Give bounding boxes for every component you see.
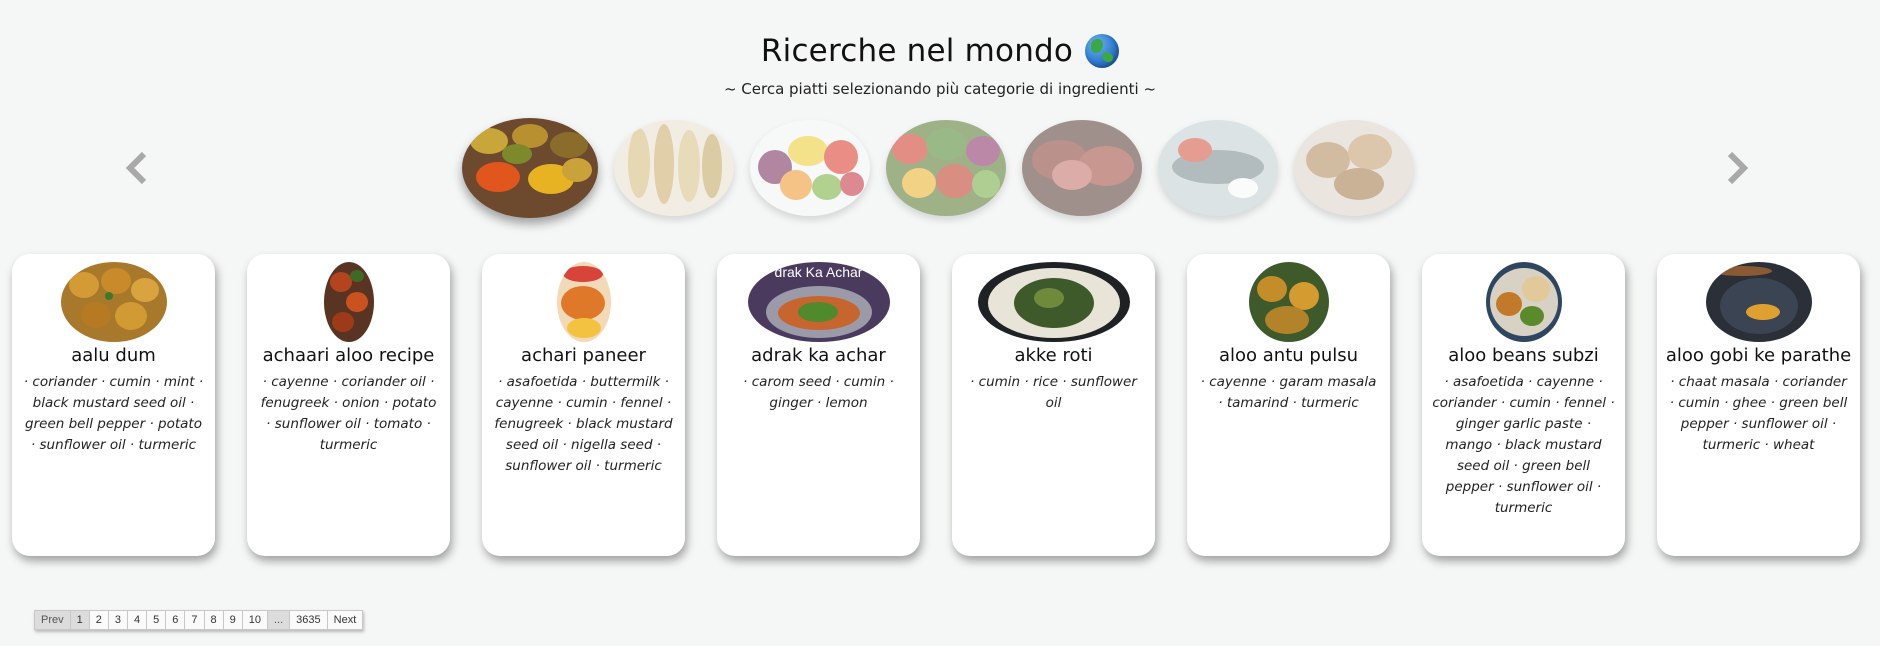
recipe-title: akke roti — [1014, 345, 1093, 366]
recipe-list: aalu dum · coriander · cumin · mint · bl… — [12, 254, 1860, 556]
category-cereals[interactable] — [614, 120, 734, 216]
pagination-page-10[interactable]: 10 — [241, 610, 267, 630]
recipe-title: adrak ka achar — [751, 345, 886, 366]
category-bread[interactable] — [1294, 120, 1414, 216]
page-subtitle: ~ Cerca piatti selezionando più categori… — [723, 80, 1157, 98]
category-fish[interactable] — [1158, 120, 1278, 216]
recipe-image — [1248, 262, 1329, 342]
chevron-left-icon — [125, 151, 147, 185]
recipe-card[interactable]: aalu dum · coriander · cumin · mint · bl… — [12, 254, 215, 556]
category-vegetables[interactable] — [886, 120, 1006, 216]
recipe-image — [60, 262, 167, 342]
category-spices[interactable] — [462, 118, 598, 218]
pagination-page-last[interactable]: 3635 — [289, 610, 327, 630]
recipe-card[interactable]: drak Ka Achar adrak ka achar · carom see… — [717, 254, 920, 556]
recipe-card[interactable]: aloo gobi ke parathe · chaat masala · co… — [1657, 254, 1860, 556]
pagination-page-5[interactable]: 5 — [146, 610, 166, 630]
pagination-page-8[interactable]: 8 — [203, 610, 223, 630]
recipe-card[interactable]: aloo beans subzi · asafoetida · cayenne … — [1422, 254, 1625, 556]
category-carousel — [462, 118, 1414, 218]
pagination-page-4[interactable]: 4 — [127, 610, 147, 630]
recipe-image-caption: drak Ka Achar — [774, 264, 863, 280]
recipe-image — [556, 262, 611, 342]
recipe-ingredients: · carom seed · cumin · ginger · lemon — [743, 374, 894, 411]
category-fruit[interactable] — [750, 120, 870, 216]
pagination-page-9[interactable]: 9 — [222, 610, 242, 630]
recipe-title: aloo beans subzi — [1448, 345, 1599, 366]
pagination-page-3[interactable]: 3 — [107, 610, 127, 630]
recipe-title: aloo antu pulsu — [1218, 345, 1359, 366]
recipe-title: aloo gobi ke parathe — [1665, 345, 1852, 366]
recipe-card[interactable]: akke roti · cumin · rice · sunflower oil — [952, 254, 1155, 556]
category-meat[interactable] — [1022, 120, 1142, 216]
recipe-image — [1485, 262, 1562, 342]
recipe-ingredients: · asafoetida · buttermilk · cayenne · cu… — [494, 374, 673, 474]
recipe-image — [977, 262, 1130, 342]
recipe-image: drak Ka Achar — [747, 262, 890, 342]
recipe-ingredients: · asafoetida · cayenne · coriander · cum… — [1432, 374, 1615, 516]
pagination-page-7[interactable]: 7 — [184, 610, 204, 630]
recipe-card[interactable]: achari paneer · asafoetida · buttermilk … — [482, 254, 685, 556]
pagination-next-button[interactable]: Next — [326, 610, 364, 630]
recipe-title: achari paneer — [521, 345, 646, 366]
pagination: Prev 1 2 3 4 5 6 7 8 9 10 ... 3635 Next — [34, 610, 364, 630]
pagination-ellipsis: ... — [267, 610, 290, 630]
pagination-page-6[interactable]: 6 — [165, 610, 185, 630]
pagination-prev-button[interactable]: Prev — [34, 610, 70, 630]
pagination-page-2[interactable]: 2 — [88, 610, 108, 630]
recipe-ingredients: · coriander · cumin · mint · black musta… — [23, 374, 204, 453]
recipe-card[interactable]: achaari aloo recipe · cayenne · coriande… — [247, 254, 450, 556]
recipe-card[interactable]: aloo antu pulsu · cayenne · garam masala… — [1187, 254, 1390, 556]
recipe-title: achaari aloo recipe — [262, 345, 435, 366]
chevron-right-icon — [1727, 151, 1749, 185]
header: Ricerche nel mondo ~ Cerca piatti selezi… — [0, 28, 1880, 98]
page: Ricerche nel mondo ~ Cerca piatti selezi… — [0, 0, 1880, 646]
recipe-ingredients: · cumin · rice · sunflower oil — [970, 374, 1137, 411]
recipe-ingredients: · cayenne · coriander oil · fenugreek · … — [260, 374, 437, 453]
carousel-next-button[interactable] — [1720, 148, 1754, 188]
recipe-title: aalu dum — [71, 345, 156, 366]
page-title: Ricerche nel mondo — [760, 33, 1074, 69]
recipe-ingredients: · cayenne · garam masala · tamarind · tu… — [1200, 374, 1377, 411]
globe-icon — [1085, 34, 1120, 68]
recipe-ingredients: · chaat masala · coriander · cumin · ghe… — [1669, 374, 1848, 453]
recipe-image — [323, 262, 374, 342]
pagination-page-1[interactable]: 1 — [69, 610, 89, 630]
carousel-prev-button[interactable] — [120, 148, 154, 188]
recipe-image — [1705, 262, 1812, 342]
title-row: Ricerche nel mondo — [760, 28, 1120, 74]
